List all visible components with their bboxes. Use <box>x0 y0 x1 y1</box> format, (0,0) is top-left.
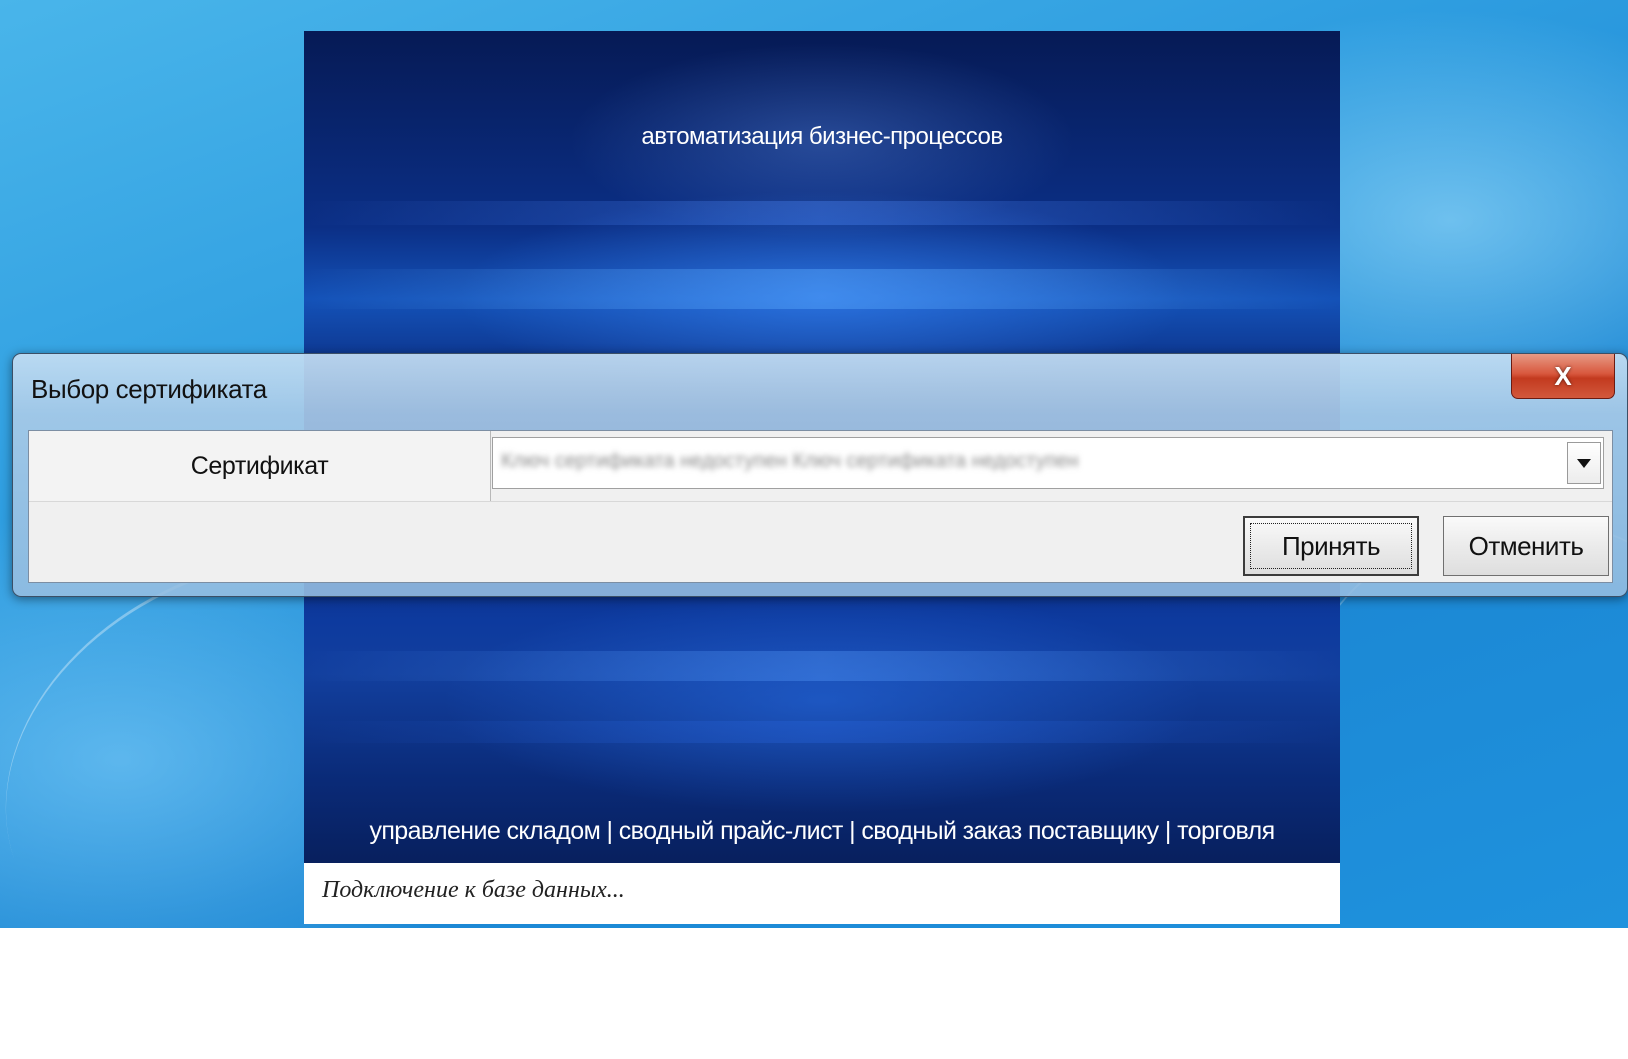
close-icon: X <box>1554 361 1572 391</box>
splash-light-band <box>304 269 1340 309</box>
certificate-select[interactable]: Ключ сертификата недоступен Ключ сертифи… <box>492 437 1604 489</box>
splash-light-band <box>304 651 1340 681</box>
splash-status-bar: Подключение к базе данных... <box>304 863 1340 924</box>
splash-light-band <box>304 721 1340 743</box>
chevron-down-icon <box>1577 458 1591 468</box>
connection-status-text: Подключение к базе данных... <box>322 877 625 903</box>
certificate-field-row: Сертификат Ключ сертификата недоступен К… <box>29 431 1612 502</box>
certificate-field-label: Сертификат <box>29 431 491 501</box>
certificate-dialog: Выбор сертификата X Сертификат Ключ серт… <box>12 353 1628 597</box>
cancel-button[interactable]: Отменить <box>1443 516 1609 576</box>
dropdown-button[interactable] <box>1567 442 1601 484</box>
accept-button-label: Принять <box>1281 530 1381 561</box>
dialog-body: Сертификат Ключ сертификата недоступен К… <box>28 430 1613 583</box>
certificate-selected-value: Ключ сертификата недоступен Ключ сертифи… <box>501 450 1079 472</box>
splash-feature-list: управление складом | сводный прайс-лист … <box>369 817 1275 845</box>
cancel-button-label: Отменить <box>1468 530 1584 561</box>
splash-light-band <box>304 201 1340 225</box>
desktop-background: автоматизация бизнес-процессов управлени… <box>0 0 1628 1059</box>
close-button[interactable]: X <box>1511 354 1615 399</box>
dialog-title: Выбор сертификата <box>31 374 267 404</box>
accept-button[interactable]: Принять <box>1243 516 1419 576</box>
splash-tagline: автоматизация бизнес-процессов <box>641 123 1003 150</box>
